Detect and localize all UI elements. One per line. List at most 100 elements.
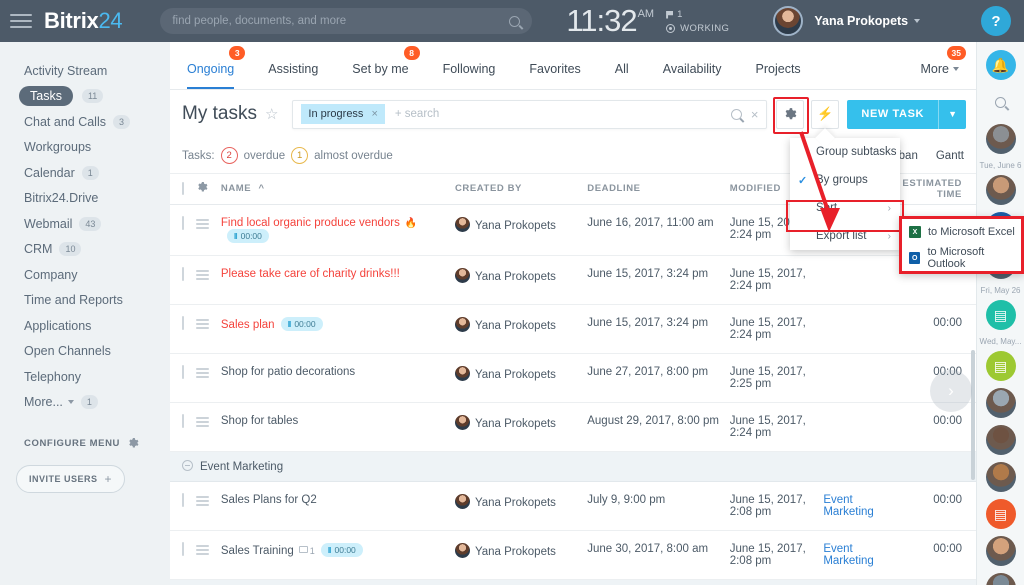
drag-handle-icon[interactable] xyxy=(196,219,210,229)
sidebar-item-chat-and-calls[interactable]: Chat and Calls 3 xyxy=(0,109,170,135)
row-checkbox[interactable] xyxy=(182,492,184,507)
menu-item-sort[interactable]: Sort › xyxy=(790,194,900,222)
menu-burger-icon[interactable] xyxy=(10,10,32,32)
row-checkbox[interactable] xyxy=(182,315,184,330)
group-link[interactable]: Event Marketing xyxy=(823,494,874,518)
menu-item-by-groups[interactable]: ✓ By groups xyxy=(790,166,900,194)
column-header-name[interactable]: NAME ^ xyxy=(220,174,455,205)
tab-all[interactable]: All xyxy=(598,62,646,89)
vertical-scrollbar[interactable] xyxy=(971,350,975,480)
avatar[interactable] xyxy=(985,536,1016,566)
table-row[interactable]: Sales Plans for Q2 Yana Prokopets July 9, … xyxy=(170,481,976,531)
sidebar-item-bitrix24-drive[interactable]: Bitrix24.Drive xyxy=(0,186,170,212)
filter-search-bar[interactable]: In progress × + search × xyxy=(292,99,768,129)
group-link[interactable]: Event Marketing xyxy=(823,543,874,567)
notifications-icon[interactable]: 🔔 xyxy=(985,50,1016,80)
settings-gear-button[interactable] xyxy=(773,96,810,134)
created-by-name[interactable]: Yana Prokopets xyxy=(475,546,556,558)
livefeed-icon[interactable]: ▤ xyxy=(985,300,1016,330)
clear-filter-icon[interactable]: × xyxy=(751,107,759,122)
avatar[interactable] xyxy=(985,175,1016,205)
favorite-star-icon[interactable]: ☆ xyxy=(265,105,278,123)
tab-availability[interactable]: Availability xyxy=(646,62,739,89)
avatar[interactable] xyxy=(985,573,1016,585)
tab-set-by-me[interactable]: Set by me 8 xyxy=(335,46,425,89)
task-name-link[interactable]: Shop for patio decorations xyxy=(221,366,355,378)
bitrix24-logo[interactable]: Bitrix24 xyxy=(44,8,123,34)
search-input-placeholder[interactable]: + search xyxy=(395,108,439,120)
drag-handle-icon[interactable] xyxy=(196,319,210,329)
gear-icon[interactable] xyxy=(196,181,208,193)
filter-chip-in-progress[interactable]: In progress × xyxy=(301,104,385,124)
sidebar-item-tasks[interactable]: Tasks 11 xyxy=(0,84,170,110)
livefeed-icon[interactable]: ▤ xyxy=(985,351,1016,381)
row-checkbox[interactable] xyxy=(182,413,184,428)
submenu-item-outlook[interactable]: O to Microsoft Outlook xyxy=(902,245,1021,271)
sidebar-item-workgroups[interactable]: Workgroups xyxy=(0,135,170,161)
tab-projects[interactable]: Projects xyxy=(739,62,818,89)
column-header-deadline[interactable]: DEADLINE xyxy=(587,174,730,205)
chevron-down-icon[interactable]: ▼ xyxy=(939,109,966,119)
created-by-name[interactable]: Yana Prokopets xyxy=(475,220,556,232)
drag-handle-icon[interactable] xyxy=(196,270,210,280)
task-group-row[interactable]: Sales reports xyxy=(170,579,976,585)
sidebar-item-more[interactable]: More... 1 xyxy=(0,390,170,416)
working-status[interactable]: WORKING xyxy=(666,23,729,34)
sidebar-item-applications[interactable]: Applications xyxy=(0,313,170,339)
collapse-icon[interactable] xyxy=(182,459,193,471)
drag-handle-icon[interactable] xyxy=(196,496,210,506)
avatar[interactable] xyxy=(773,6,804,36)
task-name-link[interactable]: Sales Plans for Q2 xyxy=(221,494,317,506)
row-checkbox[interactable] xyxy=(182,541,184,556)
task-timer-badge[interactable]: II 00:00 xyxy=(320,542,363,557)
avatar[interactable] xyxy=(985,388,1016,418)
avatar[interactable] xyxy=(985,425,1016,455)
sidebar-item-activity-stream[interactable]: Activity Stream xyxy=(0,58,170,84)
row-checkbox[interactable] xyxy=(182,266,184,281)
help-button[interactable]: ? xyxy=(981,6,1011,36)
sidebar-item-calendar[interactable]: Calendar 1 xyxy=(0,160,170,186)
select-all-checkbox[interactable] xyxy=(182,182,184,196)
sidebar-item-time-and-reports[interactable]: Time and Reports xyxy=(0,288,170,314)
task-timer-badge[interactable]: II 00:00 xyxy=(280,316,323,331)
table-row[interactable]: Shop for patio decorations Yana Prokopets… xyxy=(170,353,976,403)
invite-users-button[interactable]: INVITE USERS + xyxy=(16,465,125,493)
table-row[interactable]: Sales Training 1 II 00:00 Yana Prokopets June… xyxy=(170,530,976,580)
drag-handle-icon[interactable] xyxy=(196,545,210,555)
livefeed-icon[interactable]: ▤ xyxy=(985,499,1016,529)
task-name-link[interactable]: Sales plan xyxy=(221,319,275,331)
column-header-estimated-time[interactable]: ESTIMATED TIME xyxy=(894,174,976,205)
sidebar-item-telephony[interactable]: Telephony xyxy=(0,364,170,390)
drag-handle-icon[interactable] xyxy=(196,368,210,378)
sidebar-item-open-channels[interactable]: Open Channels xyxy=(0,339,170,365)
table-row[interactable]: Shop for tables Yana Prokopets August 29, … xyxy=(170,402,976,452)
row-checkbox[interactable] xyxy=(182,364,184,379)
tab-more[interactable]: More 35 xyxy=(904,46,976,89)
avatar[interactable] xyxy=(454,216,470,232)
column-header-created-by[interactable]: CREATED BY xyxy=(454,174,588,205)
sidebar-item-crm[interactable]: CRM 10 xyxy=(0,237,170,263)
created-by-name[interactable]: Yana Prokopets xyxy=(475,320,556,332)
avatar[interactable] xyxy=(985,124,1016,154)
menu-item-export-list[interactable]: Export list › xyxy=(790,222,900,250)
search-icon[interactable] xyxy=(986,87,1016,117)
avatar[interactable] xyxy=(454,414,470,430)
tab-following[interactable]: Following xyxy=(426,62,513,89)
clock-widget[interactable]: 11:32 AM 1 WORKING xyxy=(566,5,729,36)
table-row[interactable]: Please take care of charity drinks!!! Yan… xyxy=(170,255,976,305)
avatar[interactable] xyxy=(454,542,470,558)
new-task-button[interactable]: NEW TASK ▼ xyxy=(847,99,966,129)
drag-handle-icon[interactable] xyxy=(196,417,210,427)
global-search-input[interactable]: find people, documents, and more xyxy=(160,8,533,34)
close-icon[interactable]: × xyxy=(371,108,377,120)
tab-ongoing[interactable]: Ongoing 3 xyxy=(170,46,251,89)
avatar[interactable] xyxy=(454,267,470,283)
menu-item-group-subtasks[interactable]: Group subtasks xyxy=(790,138,900,166)
task-timer-badge[interactable]: II 00:00 xyxy=(226,228,269,243)
tab-favorites[interactable]: Favorites xyxy=(512,62,597,89)
created-by-name[interactable]: Yana Prokopets xyxy=(475,418,556,430)
avatar[interactable] xyxy=(454,316,470,332)
avatar[interactable] xyxy=(454,493,470,509)
avatar[interactable] xyxy=(454,365,470,381)
submenu-item-excel[interactable]: X to Microsoft Excel xyxy=(902,219,1021,245)
